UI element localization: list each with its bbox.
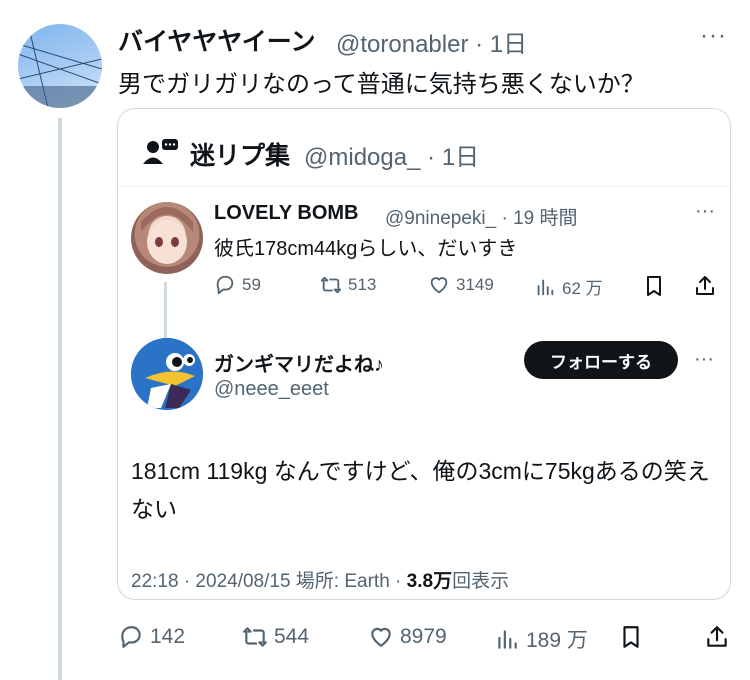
reply1-like-count: 3149 (456, 275, 494, 294)
heart-icon (371, 627, 391, 647)
reply2-name[interactable]: ガンギマリだよね♪ (214, 348, 384, 377)
quote-author-name[interactable]: 迷リプ集 (190, 136, 290, 172)
author-handle-time[interactable]: @toronabler · 1日 (336, 24, 527, 59)
more-options-icon[interactable]: ··· (700, 22, 727, 50)
reply2-text: 181cm 119kg なんですけど、俺の3cmに75kgあるの笑えない (131, 458, 710, 522)
tweet-text: 男でガリガリなのって普通に気持ち悪くないか？ (118, 71, 645, 98)
quote-author-handle-time[interactable]: @midoga_ · 1日 (304, 137, 479, 172)
reply-icon (216, 275, 234, 295)
views-icon (537, 279, 554, 295)
quote-author-avatar-icon (142, 136, 180, 166)
avatar-image (18, 24, 102, 108)
reply-action[interactable]: 142 (118, 624, 185, 650)
reply1-reply-action[interactable]: 59 (214, 274, 261, 296)
reply2-handle[interactable]: @neee_eeet (214, 378, 329, 401)
author-avatar[interactable] (18, 24, 102, 108)
bookmark-icon[interactable] (642, 274, 666, 298)
views-icon (498, 630, 517, 649)
reply2-views-label: 回表示 (452, 571, 510, 592)
reply2-avatar[interactable] (131, 338, 203, 410)
reply1-retweet-count: 513 (348, 275, 377, 294)
reply2-meta: 22:18 · 2024/08/15 場所: Earth · 3.8万回表示 (131, 566, 509, 593)
reply1-view-count: 62 万 (562, 279, 603, 298)
reply1-retweet-action[interactable]: 513 (320, 274, 376, 296)
reply2-more-icon[interactable]: ··· (694, 348, 714, 371)
reply1-name[interactable]: LOVELY BOMB (214, 202, 358, 225)
retweet-icon (243, 627, 267, 647)
bookmark-icon[interactable] (618, 624, 644, 650)
heart-icon (430, 277, 448, 294)
thread-line (58, 118, 62, 680)
retweet-count: 544 (274, 625, 310, 648)
reply-icon (121, 626, 141, 648)
reply1-views-action[interactable]: 62 万 (534, 274, 603, 299)
reply1-avatar[interactable] (131, 202, 203, 274)
reply1-reply-count: 59 (242, 275, 261, 294)
reply-count: 142 (150, 625, 186, 648)
view-count: 189 万 (526, 629, 588, 652)
like-count: 8979 (400, 625, 447, 648)
views-action[interactable]: 189 万 (494, 624, 588, 654)
reply2-view-count: 3.8万 (406, 571, 453, 592)
share-icon[interactable] (704, 624, 730, 650)
reply1-handle-time[interactable]: @9ninepeki_ · 19 時間 (385, 203, 578, 230)
retweet-action[interactable]: 544 (242, 624, 309, 650)
reply1-like-action[interactable]: 3149 (428, 274, 494, 296)
retweet-icon (320, 276, 342, 294)
follow-button[interactable]: フォローする (524, 341, 678, 379)
reply2-timestamp[interactable]: 22:18 · 2024/08/15 場所: Earth · (131, 571, 407, 592)
reply1-text: 彼氏178cm44kgらしい、だいすき (214, 238, 518, 260)
reply-connector-line (164, 282, 167, 338)
share-icon[interactable] (693, 274, 717, 298)
reply1-more-icon[interactable]: ··· (695, 200, 715, 223)
quote-divider (118, 186, 730, 187)
author-name[interactable]: バイヤヤヤイーン (118, 22, 316, 58)
like-action[interactable]: 8979 (368, 624, 447, 650)
